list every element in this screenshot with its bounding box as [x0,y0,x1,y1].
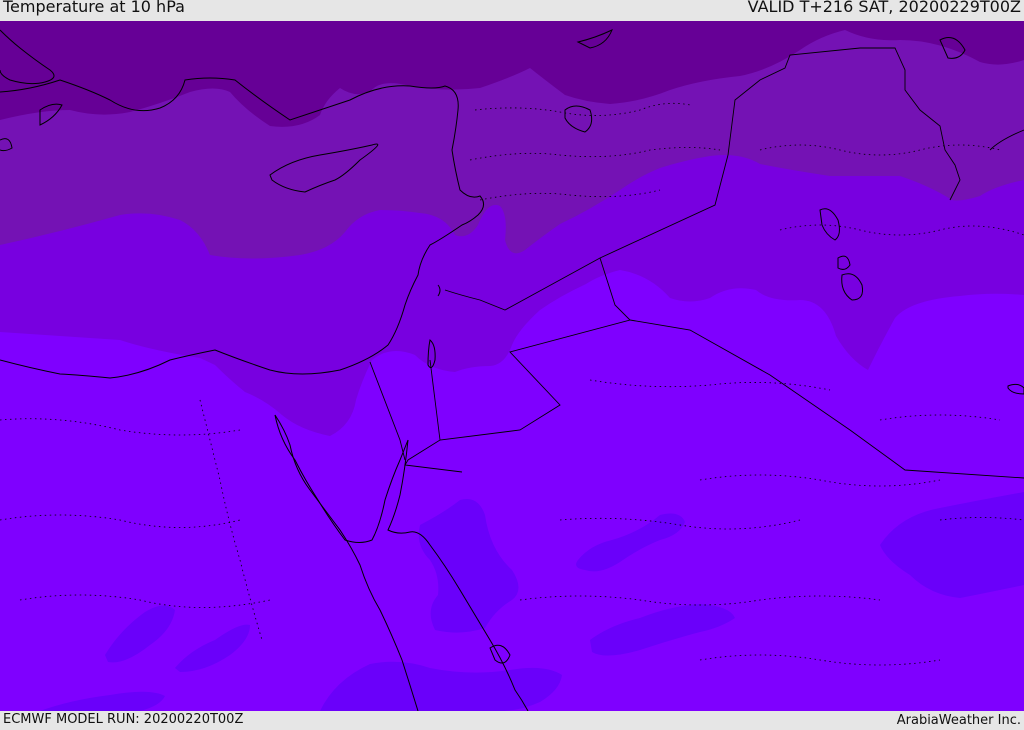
header-bar: Temperature at 10 hPa VALID T+216 SAT, 2… [0,0,1024,21]
valid-time: VALID T+216 SAT, 20200229T00Z [747,0,1021,16]
footer-bar: ECMWF MODEL RUN: 20200220T00Z ArabiaWeat… [0,711,1024,729]
map-title: Temperature at 10 hPa [3,0,185,16]
model-run-label: ECMWF MODEL RUN: 20200220T00Z [3,712,244,727]
weather-map[interactable] [0,21,1024,711]
credit-label: ArabiaWeather Inc. [896,713,1021,728]
map-canvas [0,21,1024,711]
